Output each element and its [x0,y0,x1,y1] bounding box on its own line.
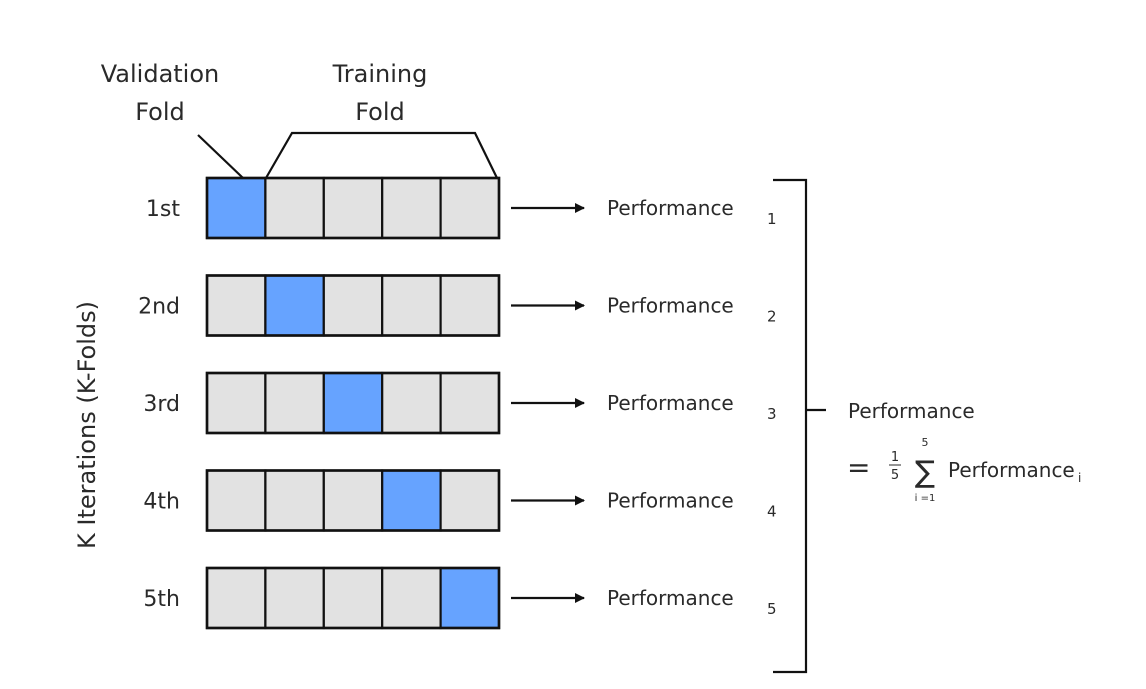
result-title: Performance [848,399,975,423]
validation-fold-cell [439,566,501,630]
iteration-label: 5th [143,587,180,612]
k-fold-diagram: Validation Fold Training Fold K Iteratio… [73,60,1081,674]
training-fold-cell [264,566,325,630]
validation-pointer-line [197,134,244,179]
training-fold-cell [381,566,442,630]
training-fold-cell [439,274,501,337]
training-fold-cell [381,176,442,240]
iteration-label: 4th [143,490,180,515]
formula-term-subscript: i [1078,471,1081,485]
iteration-row: 5th Performance 5 [143,566,777,630]
training-fold-cell [439,176,501,240]
training-fold-cell [264,176,325,240]
training-fold-cell [322,274,384,337]
formula-equals: = [847,451,870,484]
validation-fold-label-line1: Validation [101,60,220,88]
training-fold-cell [439,371,501,435]
training-fold-cell [322,176,384,240]
performance-label: Performance [607,391,734,415]
iteration-label: 2nd [138,295,180,320]
performance-subscript: 3 [767,405,777,423]
validation-fold-cell [381,469,442,532]
training-fold-cell [205,371,267,435]
training-fold-cell [381,371,442,435]
training-fold-bracket [265,131,498,179]
training-fold-cell [205,274,267,337]
iteration-row: 4th Performance 4 [143,469,777,532]
validation-fold-label-line2: Fold [135,98,185,126]
training-fold-cell [322,469,384,532]
training-fold-cell [439,469,501,532]
formula-sum-lower: i =1 [915,493,936,504]
iteration-label: 3rd [143,392,180,417]
performance-label: Performance [607,196,734,220]
performance-subscript: 4 [767,503,777,521]
iteration-row: 3rd Performance 3 [143,371,777,435]
y-axis-label: K Iterations (K-Folds) [73,301,101,549]
performance-subscript: 1 [767,210,777,228]
iteration-row: 2nd Performance 2 [138,274,777,337]
training-fold-cell [264,469,325,532]
performance-subscript: 5 [767,600,777,618]
training-fold-label-line2: Fold [355,98,405,126]
training-fold-cell [264,371,325,435]
training-fold-label-line1: Training [332,60,428,88]
formula-frac-numerator: 1 [891,450,899,465]
aggregate-bracket [773,178,808,674]
formula-sum-upper: 5 [922,436,929,449]
training-fold-cell [381,274,442,337]
training-fold-cell [205,566,267,630]
formula-sum-symbol: ∑ [915,455,935,490]
training-fold-cell [205,469,267,532]
performance-label: Performance [607,489,734,513]
formula-frac-denominator: 5 [891,468,899,483]
iteration-label: 1st [146,197,180,222]
performance-subscript: 2 [767,308,777,326]
validation-fold-cell [205,176,267,240]
validation-fold-cell [322,371,384,435]
performance-label: Performance [607,586,734,610]
training-fold-cell [322,566,384,630]
iteration-row: 1st Performance 1 [146,176,777,240]
validation-fold-cell [264,274,325,337]
formula-term: Performance [948,458,1075,482]
iterations-group: 1st Performance 1 2nd Performance 2 3rd Perform… [138,176,777,630]
performance-label: Performance [607,294,734,318]
